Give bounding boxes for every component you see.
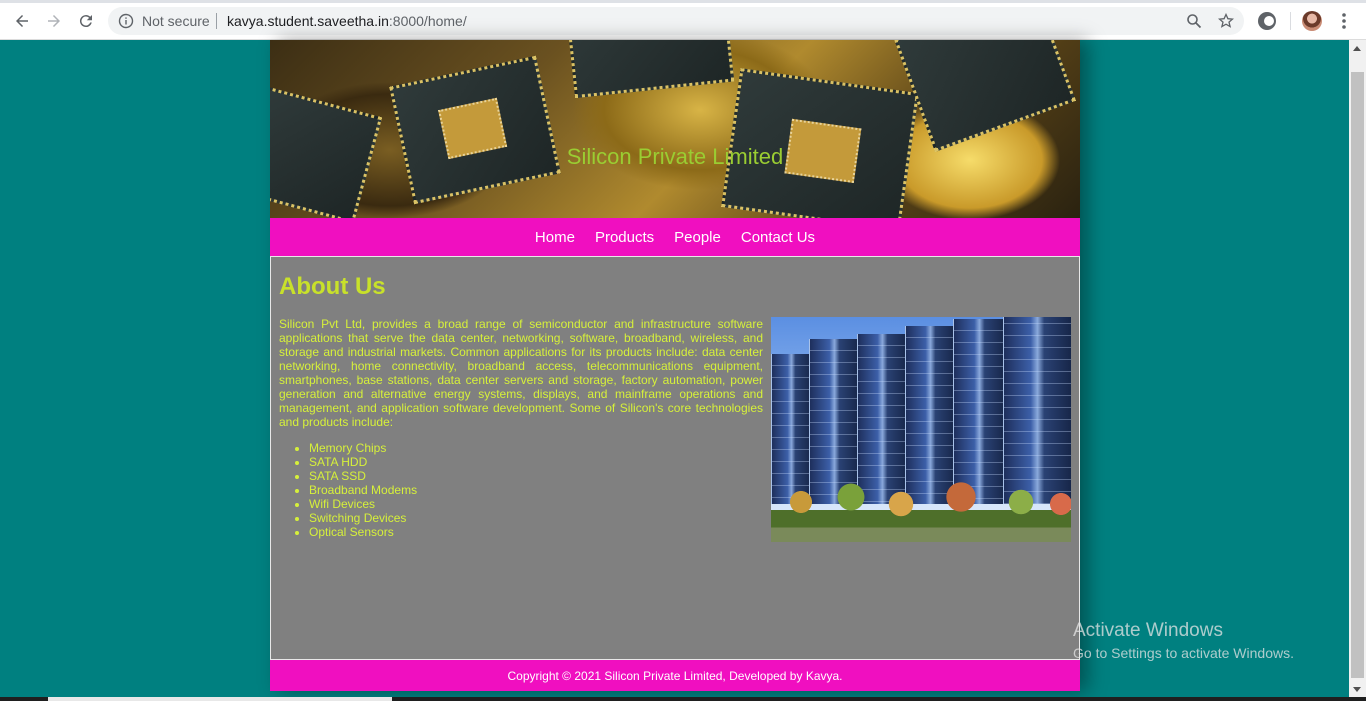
list-item: SATA SSD xyxy=(309,469,417,483)
toolbar-divider xyxy=(1290,12,1291,30)
info-icon[interactable] xyxy=(118,13,134,29)
banner-chip-image xyxy=(894,40,1076,153)
reload-button[interactable] xyxy=(75,10,97,32)
list-item: Switching Devices xyxy=(309,511,417,525)
tab-strip xyxy=(0,0,1366,3)
activate-windows-watermark: Activate Windows Go to Settings to activ… xyxy=(1073,620,1294,661)
url-text[interactable]: kavya.student.saveetha.in:8000/home/ xyxy=(227,13,467,29)
banner-chip-image xyxy=(565,40,735,99)
zoom-icon[interactable] xyxy=(1186,13,1202,29)
copyright-text: Copyright © 2021 Silicon Private Limited… xyxy=(507,668,843,683)
url-path: :8000/home/ xyxy=(388,13,467,29)
forward-button[interactable] xyxy=(43,10,65,32)
page-footer: Copyright © 2021 Silicon Private Limited… xyxy=(270,660,1080,691)
list-item: Broadband Modems xyxy=(309,483,417,497)
browser-toolbar: Not secure kavya.student.saveetha.in:800… xyxy=(0,0,1366,40)
forward-arrow-icon xyxy=(48,15,60,27)
nav-link-contact-us[interactable]: Contact Us xyxy=(741,229,815,246)
list-item: Wifi Devices xyxy=(309,497,417,511)
address-bar[interactable]: Not secure kavya.student.saveetha.in:800… xyxy=(108,7,1244,35)
about-paragraph: Silicon Pvt Ltd, provides a broad range … xyxy=(279,317,763,429)
menu-dots-icon[interactable] xyxy=(1337,11,1351,31)
header-banner: Silicon Private Limited xyxy=(270,40,1080,218)
site-title: Silicon Private Limited xyxy=(566,144,784,169)
product-list: Memory Chips SATA HDD SATA SSD Broadband… xyxy=(309,441,417,539)
taskbar xyxy=(0,697,1366,701)
about-heading: About Us xyxy=(279,273,386,300)
nav-link-people[interactable]: People xyxy=(674,229,721,246)
page-container: Silicon Private Limited Home Products Pe… xyxy=(270,40,1080,691)
activate-windows-title: Activate Windows xyxy=(1073,620,1223,641)
security-label[interactable]: Not secure xyxy=(142,13,210,29)
back-button[interactable] xyxy=(11,10,33,32)
page-scrollbar[interactable] xyxy=(1349,40,1366,698)
scroll-up-icon[interactable] xyxy=(1353,46,1361,51)
profile-avatar[interactable] xyxy=(1302,11,1322,31)
list-item: Optical Sensors xyxy=(309,525,417,539)
about-section: About Us Silicon Pvt Ltd, provides a bro… xyxy=(270,256,1080,660)
activate-windows-subtitle: Go to Settings to activate Windows. xyxy=(1073,645,1294,661)
url-host: kavya.student.saveetha.in xyxy=(227,13,389,29)
extension-icon[interactable] xyxy=(1258,12,1276,30)
scroll-down-icon[interactable] xyxy=(1353,687,1361,692)
office-building-image xyxy=(771,317,1071,542)
reload-icon xyxy=(79,15,92,28)
list-item: Memory Chips xyxy=(309,441,417,455)
list-item: SATA HDD xyxy=(309,455,417,469)
scroll-thumb[interactable] xyxy=(1351,72,1364,678)
nav-link-home[interactable]: Home xyxy=(535,229,575,246)
back-arrow-icon xyxy=(16,15,28,27)
nav-link-products[interactable]: Products xyxy=(595,229,654,246)
star-icon[interactable] xyxy=(1218,13,1234,29)
main-nav: Home Products People Contact Us xyxy=(270,218,1080,256)
omnibox-divider xyxy=(216,13,217,29)
banner-chip-image xyxy=(389,55,561,205)
